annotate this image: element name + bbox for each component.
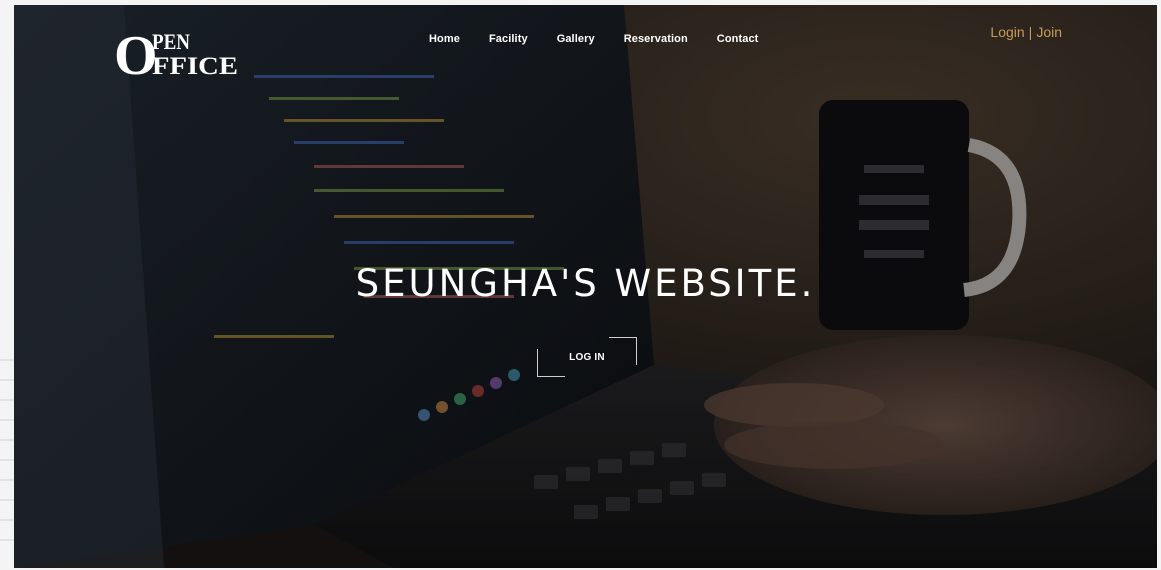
nav-facility[interactable]: Facility (489, 33, 528, 45)
hero-section: O PEN FFICE Home Facility Gallery Reserv… (14, 5, 1157, 568)
hero-title: SEUNGHA'S WEBSITE. (355, 262, 816, 305)
nav-gallery[interactable]: Gallery (557, 33, 595, 45)
login-link[interactable]: Login (990, 24, 1024, 40)
nav-contact[interactable]: Contact (717, 33, 759, 45)
page-edge-decoration (0, 359, 14, 541)
hero-login-button-label: LOG IN (569, 351, 605, 363)
logo-text-top: PEN (152, 29, 190, 54)
button-corner-top-right (609, 337, 637, 365)
nav-home[interactable]: Home (429, 33, 460, 45)
hero-login-button[interactable]: LOG IN (537, 337, 637, 377)
main-nav: Home Facility Gallery Reservation Contac… (429, 29, 758, 49)
nav-reservation[interactable]: Reservation (624, 33, 688, 45)
auth-separator: | (1028, 24, 1033, 40)
logo-text-bottom: FFICE (152, 53, 238, 79)
button-corner-bottom-left (537, 349, 565, 377)
auth-links: Login | Join (990, 24, 1062, 40)
open-office-logo[interactable]: O PEN FFICE (114, 27, 240, 79)
join-link[interactable]: Join (1036, 24, 1062, 40)
